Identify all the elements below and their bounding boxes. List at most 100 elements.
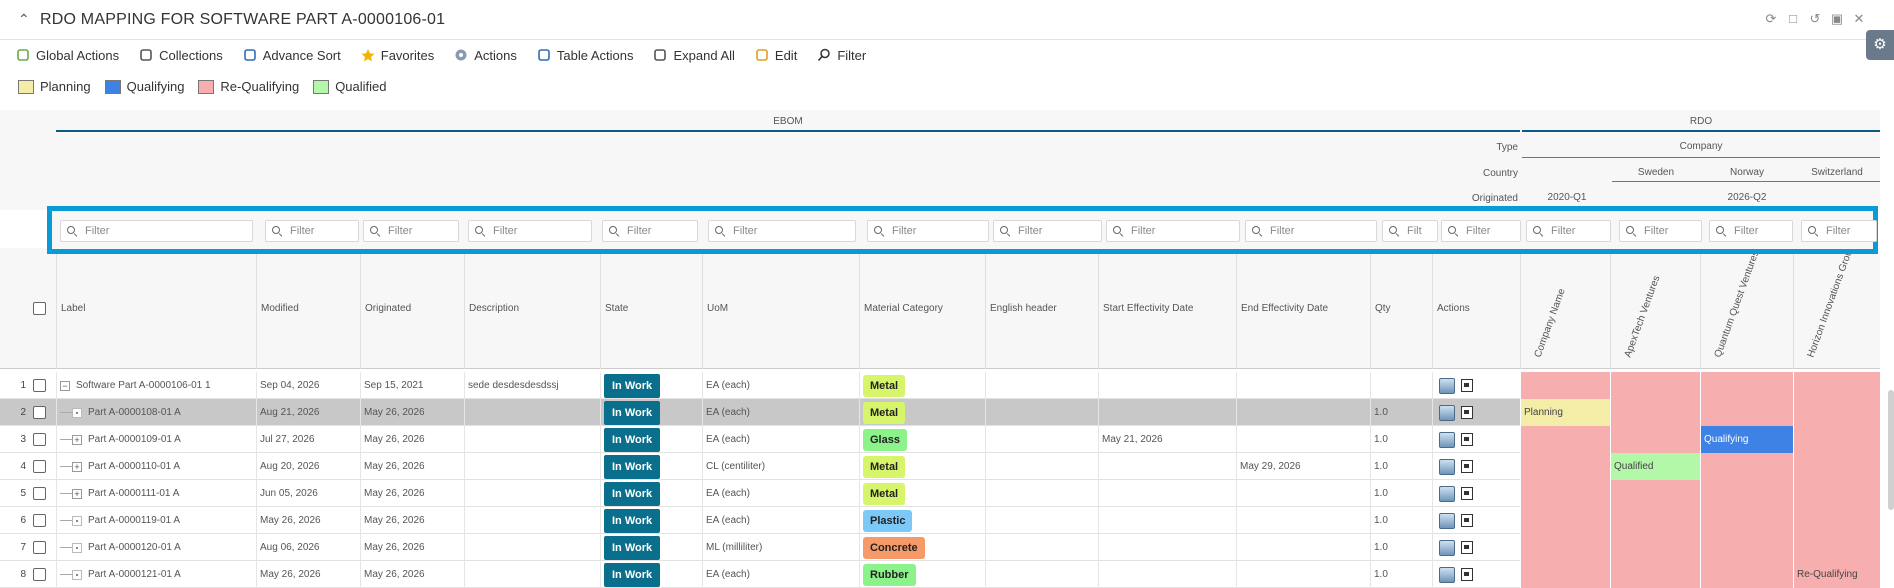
structure-icon[interactable] (1439, 458, 1455, 475)
filter-input[interactable]: Filter (993, 220, 1102, 242)
row-label[interactable]: Part A-0000120-01 A (88, 542, 181, 553)
column-header-state[interactable]: State (600, 248, 702, 369)
filter-input[interactable]: Filter (1526, 220, 1611, 242)
rdo-status-cell[interactable]: Planning (1520, 399, 1610, 426)
table-row[interactable]: 2 Part A-0000108-01 A Aug 21, 2026 May 26, … (0, 399, 1880, 426)
table-row[interactable]: 7 Part A-0000120-01 A Aug 06, 2026 May 26, … (0, 534, 1880, 561)
rdo-status-cell[interactable] (1610, 426, 1700, 453)
column-header-end_eff[interactable]: End Effectivity Date (1236, 248, 1370, 369)
toolbar-global-actions-button[interactable]: Global Actions (16, 48, 119, 63)
row-label[interactable]: Part A-0000108-01 A (88, 407, 181, 418)
rdo-status-cell[interactable] (1700, 561, 1793, 588)
rdo-status-cell[interactable] (1793, 372, 1880, 399)
state-badge[interactable]: In Work (604, 454, 661, 479)
rdo-status-cell[interactable] (1793, 399, 1880, 426)
rdo-status-cell[interactable] (1520, 426, 1610, 453)
close-icon[interactable]: ✕ (1852, 12, 1866, 26)
rdo-status-cell[interactable] (1700, 372, 1793, 399)
column-header-description[interactable]: Description (464, 248, 600, 369)
table-row[interactable]: 1 − Software Part A-0000106-01 1 Sep 04, 20… (0, 372, 1880, 399)
rdo-status-cell[interactable] (1520, 561, 1610, 588)
row-checkbox[interactable] (33, 433, 46, 446)
vertical-scrollbar[interactable] (1888, 390, 1894, 510)
toolbar-edit-button[interactable]: Edit (755, 48, 797, 63)
filter-input[interactable]: Filter (265, 220, 359, 242)
row-label[interactable]: Part A-0000109-01 A (88, 434, 181, 445)
filter-input[interactable]: Filter (1245, 220, 1377, 242)
row-checkbox[interactable] (33, 514, 46, 527)
rdo-status-cell[interactable] (1793, 480, 1880, 507)
structure-icon[interactable] (1439, 485, 1455, 502)
column-header-rdo-0[interactable]: Company Name (1520, 248, 1610, 369)
mapping-icon[interactable] (1461, 379, 1473, 392)
rdo-status-cell[interactable] (1793, 426, 1880, 453)
filter-input[interactable]: Filter (60, 220, 253, 242)
expand-toggle-icon[interactable]: + (72, 461, 82, 472)
table-row[interactable]: 3 + Part A-0000109-01 A Jul 27, 2026 May 26,… (0, 426, 1880, 453)
rdo-status-cell[interactable] (1610, 561, 1700, 588)
column-header-actions[interactable]: Actions (1432, 248, 1520, 369)
rdo-status-cell[interactable]: Qualified (1610, 453, 1700, 480)
row-label[interactable]: Part A-0000110-01 A (88, 461, 180, 472)
rdo-status-cell[interactable] (1520, 534, 1610, 561)
rdo-status-cell[interactable]: Re-Qualifying (1793, 561, 1880, 588)
select-all-checkbox[interactable] (33, 302, 46, 315)
collapse-toggle-icon[interactable]: − (60, 380, 70, 391)
filter-input[interactable]: Filter (1619, 220, 1702, 242)
filter-input[interactable]: Filter (1106, 220, 1240, 242)
state-badge[interactable]: In Work (604, 427, 661, 452)
expand-toggle-icon[interactable]: + (72, 434, 82, 445)
row-label[interactable]: Part A-0000111-01 A (88, 488, 179, 499)
state-badge[interactable]: In Work (604, 508, 661, 533)
table-row[interactable]: 4 + Part A-0000110-01 A Aug 20, 2026 May 26,… (0, 453, 1880, 480)
cd-icon[interactable] (1439, 377, 1455, 394)
structure-icon[interactable] (1439, 539, 1455, 556)
structure-icon[interactable] (1439, 512, 1455, 529)
chevron-up-icon[interactable]: ⌃ (18, 11, 32, 28)
rdo-status-cell[interactable] (1793, 453, 1880, 480)
filter-input[interactable]: Filter (1441, 220, 1521, 242)
filter-input[interactable]: Filter (602, 220, 698, 242)
column-header-rdo-3[interactable]: Horizon Innovations Group (1793, 248, 1880, 369)
row-checkbox[interactable] (33, 541, 46, 554)
rdo-status-cell[interactable] (1520, 507, 1610, 534)
refresh-icon[interactable]: ⟳ (1764, 12, 1778, 26)
rdo-status-cell[interactable] (1610, 534, 1700, 561)
column-header-rdo-2[interactable]: Quantum Quest Ventures (1700, 248, 1793, 369)
mapping-icon[interactable] (1461, 541, 1473, 554)
filter-input[interactable]: Filter (468, 220, 592, 242)
rdo-status-cell[interactable] (1700, 480, 1793, 507)
rdo-status-cell[interactable] (1793, 534, 1880, 561)
rdo-status-cell[interactable] (1610, 372, 1700, 399)
filter-input[interactable]: Filter (1801, 220, 1877, 242)
filter-input[interactable]: Filter (363, 220, 459, 242)
rdo-status-cell[interactable] (1610, 480, 1700, 507)
column-header-originated[interactable]: Originated (360, 248, 464, 369)
row-checkbox[interactable] (33, 568, 46, 581)
undo-icon[interactable]: ↺ (1808, 12, 1822, 26)
toolbar-favorites-button[interactable]: Favorites (361, 48, 434, 63)
structure-icon[interactable] (1439, 566, 1455, 583)
mapping-icon[interactable] (1461, 487, 1473, 500)
column-header-uom[interactable]: UoM (702, 248, 859, 369)
row-label[interactable]: Part A-0000119-01 A (88, 515, 180, 526)
column-header-rdo-1[interactable]: ApexTech Ventures (1610, 248, 1700, 369)
column-header-english[interactable]: English header (985, 248, 1098, 369)
toolbar-table-actions-button[interactable]: Table Actions (537, 48, 633, 63)
filter-input[interactable]: Filter (1709, 220, 1793, 242)
expand-toggle-icon[interactable]: + (72, 488, 82, 499)
rdo-status-cell[interactable] (1700, 507, 1793, 534)
column-header-start_eff[interactable]: Start Effectivity Date (1098, 248, 1236, 369)
toolbar-actions-button[interactable]: Actions (454, 48, 517, 63)
toolbar-advance-sort-button[interactable]: Advance Sort (243, 48, 341, 63)
filter-input[interactable]: Filter (708, 220, 856, 242)
mapping-icon[interactable] (1461, 568, 1473, 581)
rdo-status-cell[interactable] (1520, 480, 1610, 507)
rdo-status-cell[interactable] (1610, 399, 1700, 426)
rdo-status-cell[interactable]: Qualifying (1700, 426, 1793, 453)
rdo-status-cell[interactable] (1520, 372, 1610, 399)
structure-icon[interactable] (1439, 431, 1455, 448)
column-header-modified[interactable]: Modified (256, 248, 360, 369)
rdo-status-cell[interactable] (1793, 507, 1880, 534)
rdo-status-cell[interactable] (1700, 534, 1793, 561)
